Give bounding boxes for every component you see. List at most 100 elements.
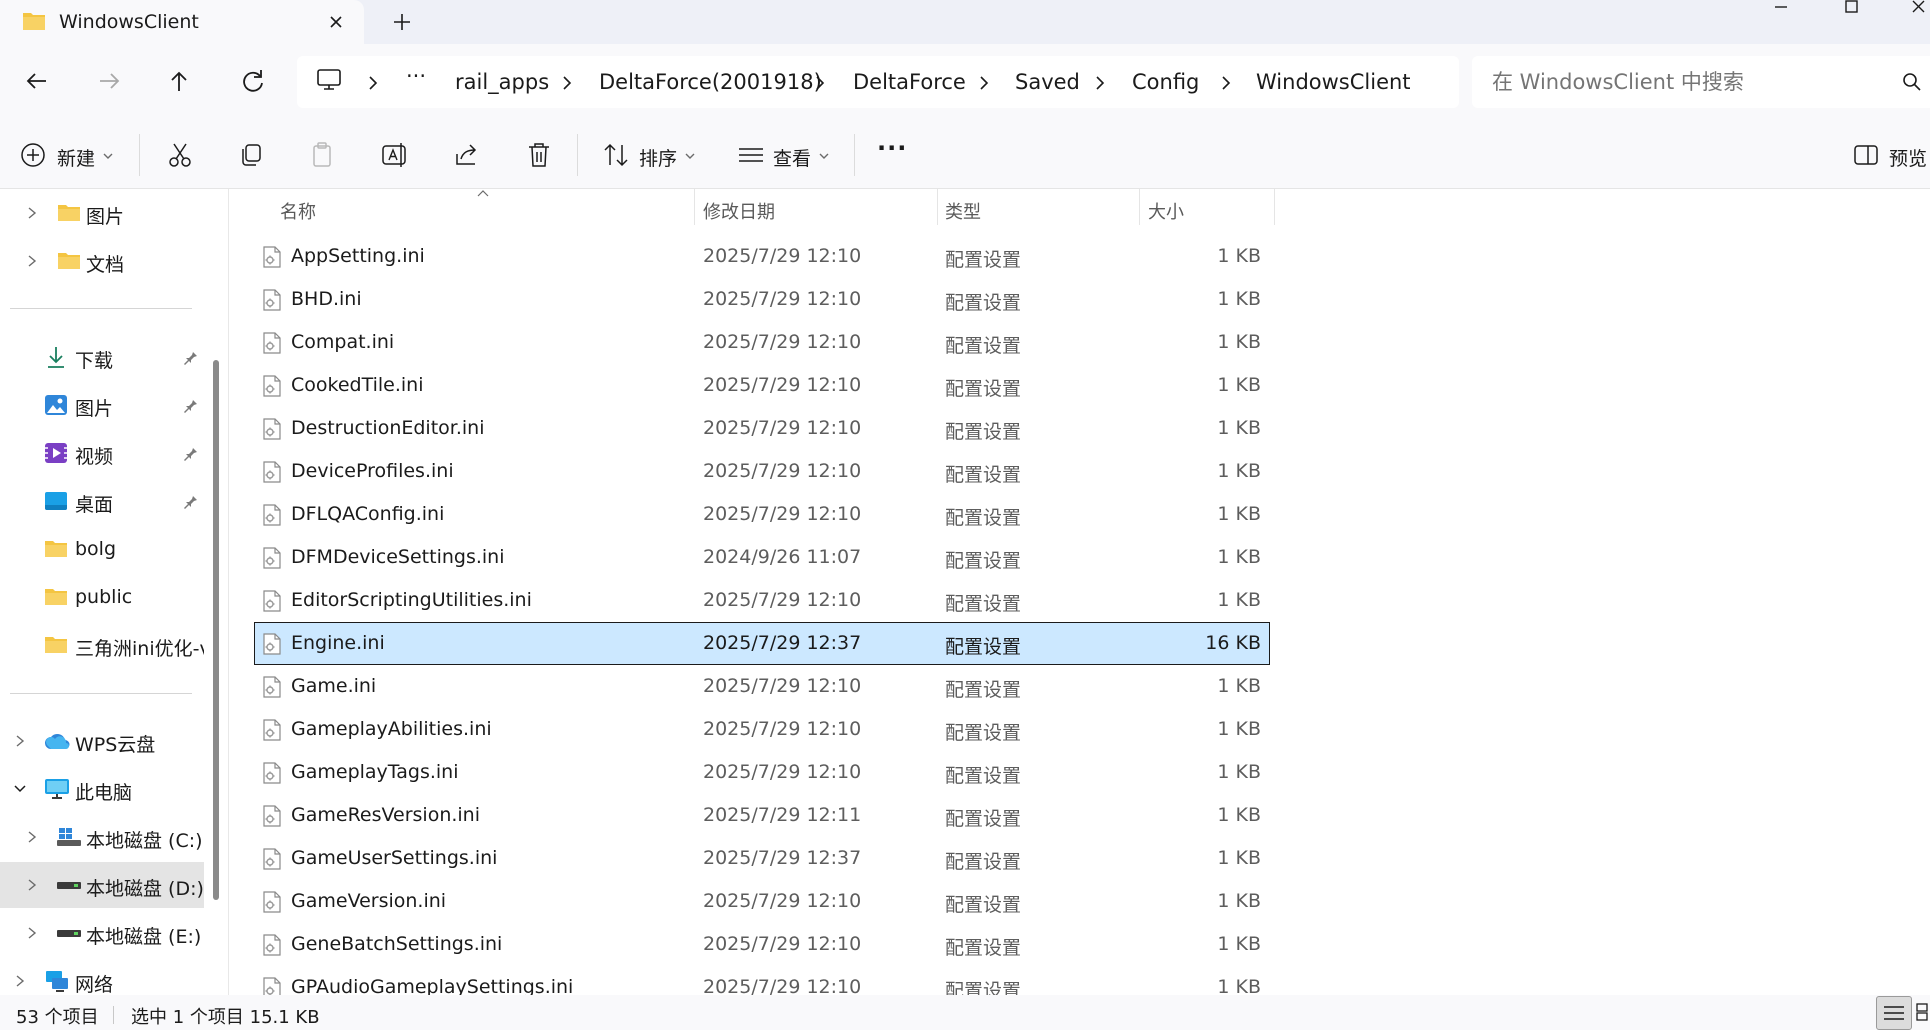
- view-button[interactable]: 查看: [737, 140, 837, 170]
- file-row[interactable]: GameResVersion.ini 2025/7/29 12:11 配置设置 1 K…: [255, 795, 1269, 836]
- sidebar-scrollbar[interactable]: [213, 360, 219, 900]
- chevron-right-icon[interactable]: [1092, 74, 1108, 92]
- file-row[interactable]: GeneBatchSettings.ini 2025/7/29 12:10 配置设置…: [255, 924, 1269, 965]
- chevron-right-icon[interactable]: [365, 74, 381, 92]
- file-date: 2025/7/29 12:37: [703, 632, 862, 654]
- ini-file-icon: [263, 891, 281, 913]
- breadcrumb-rail-apps[interactable]: rail_apps: [455, 70, 549, 94]
- pin-icon[interactable]: [182, 493, 198, 509]
- sidebar-item-videos[interactable]: 视频: [0, 430, 204, 476]
- file-row[interactable]: BHD.ini 2025/7/29 12:10 配置设置 1 KB: [255, 279, 1269, 320]
- copy-button[interactable]: [236, 140, 266, 170]
- back-arrow-icon[interactable]: [20, 64, 54, 98]
- file-row[interactable]: GameplayAbilities.ini 2025/7/29 12:10 配置设置…: [255, 709, 1269, 750]
- chevron-right-icon[interactable]: [812, 74, 828, 92]
- new-button[interactable]: 新建: [20, 140, 120, 170]
- file-row[interactable]: AppSetting.ini 2025/7/29 12:10 配置设置 1 KB: [255, 236, 1269, 277]
- chevron-right-icon[interactable]: [976, 74, 992, 92]
- computer-icon[interactable]: [316, 68, 342, 92]
- column-header-date[interactable]: 修改日期: [703, 198, 775, 224]
- file-row[interactable]: Engine.ini 2025/7/29 12:37 配置设置 16 KB: [254, 622, 1270, 665]
- search-input[interactable]: [1492, 70, 1872, 94]
- file-row[interactable]: GameVersion.ini 2025/7/29 12:10 配置设置 1 KB: [255, 881, 1269, 922]
- search-icon[interactable]: [1902, 72, 1922, 92]
- sidebar-item-wps-cloud[interactable]: WPS云盘: [0, 718, 204, 764]
- refresh-icon[interactable]: [236, 64, 270, 98]
- file-row[interactable]: DeviceProfiles.ini 2025/7/29 12:10 配置设置 1 K…: [255, 451, 1269, 492]
- sidebar-item-downloads[interactable]: 下载: [0, 334, 204, 380]
- sidebar-item-drive-e[interactable]: 本地磁盘 (E:): [0, 910, 204, 956]
- maximize-icon[interactable]: [1828, 0, 1874, 20]
- sidebar-item-documents-folder[interactable]: 文档: [0, 238, 204, 284]
- column-divider[interactable]: [1274, 189, 1275, 225]
- file-type: 配置设置: [945, 851, 1022, 873]
- column-divider[interactable]: [937, 189, 938, 225]
- close-tab-icon[interactable]: [323, 9, 349, 35]
- paste-button[interactable]: [307, 140, 337, 170]
- breadcrumb-deltaforce-2001918[interactable]: DeltaForce(2001918): [599, 70, 822, 94]
- more-options-button[interactable]: ···: [877, 134, 907, 162]
- sort-button-label: 排序: [639, 148, 678, 170]
- column-divider[interactable]: [694, 189, 695, 225]
- rename-button[interactable]: [380, 140, 410, 170]
- column-header-size[interactable]: 大小: [1148, 198, 1184, 224]
- sidebar-item-ini-optimize[interactable]: 三角洲ini优化-v: [0, 622, 204, 668]
- file-type: 配置设置: [945, 292, 1022, 314]
- pin-icon[interactable]: [182, 397, 198, 413]
- sidebar-item-bolg[interactable]: bolg: [0, 526, 204, 572]
- ini-file-icon: [263, 418, 281, 440]
- sidebar-item-this-pc[interactable]: 此电脑: [0, 766, 204, 812]
- chevron-right-icon: [28, 207, 37, 219]
- file-row[interactable]: Game.ini 2025/7/29 12:10 配置设置 1 KB: [255, 666, 1269, 707]
- file-row[interactable]: CookedTile.ini 2025/7/29 12:10 配置设置 1 KB: [255, 365, 1269, 406]
- chevron-right-icon[interactable]: [559, 74, 575, 92]
- minimize-icon[interactable]: [1758, 0, 1804, 20]
- sidebar-item-drive-d[interactable]: 本地磁盘 (D:): [0, 862, 204, 908]
- cut-button[interactable]: [165, 140, 195, 170]
- breadcrumb-windowsclient[interactable]: WindowsClient: [1256, 70, 1411, 94]
- sidebar-item-label: 图片: [75, 398, 114, 420]
- delete-button[interactable]: [524, 140, 554, 170]
- file-date: 2025/7/29 12:10: [703, 933, 862, 955]
- share-button[interactable]: [452, 140, 482, 170]
- up-arrow-icon[interactable]: [162, 64, 196, 98]
- details-view-button[interactable]: [1876, 996, 1912, 1030]
- sidebar-item-drive-c[interactable]: 本地磁盘 (C:): [0, 814, 204, 860]
- breadcrumb-deltaforce[interactable]: DeltaForce: [853, 70, 966, 94]
- sidebar-item-public[interactable]: public: [0, 574, 204, 620]
- file-row[interactable]: DFMDeviceSettings.ini 2024/9/26 11:07 配置设置…: [255, 537, 1269, 578]
- toolbar-divider: [854, 134, 855, 176]
- sidebar-item-label: 网络: [75, 974, 114, 995]
- view-list-icon: [739, 148, 763, 162]
- preview-pane-button[interactable]: 预览: [1853, 140, 1930, 170]
- breadcrumb-ellipsis[interactable]: ···: [406, 64, 426, 88]
- file-row[interactable]: EditorScriptingUtilities.ini 2025/7/29 12…: [255, 580, 1269, 621]
- tiles-view-button[interactable]: [1914, 996, 1930, 1028]
- file-name: BHD.ini: [291, 288, 362, 310]
- breadcrumb-config[interactable]: Config: [1132, 70, 1199, 94]
- sidebar-item-network[interactable]: 网络: [0, 958, 204, 995]
- file-row[interactable]: GPAudioGameplaySettings.ini 2025/7/29 12:…: [255, 967, 1269, 995]
- file-row[interactable]: DestructionEditor.ini 2025/7/29 12:10 配置设置…: [255, 408, 1269, 449]
- breadcrumb-saved[interactable]: Saved: [1015, 70, 1080, 94]
- sort-button[interactable]: 排序: [602, 140, 702, 170]
- close-window-icon[interactable]: [1896, 0, 1930, 20]
- column-header-name[interactable]: 名称: [280, 198, 316, 224]
- forward-arrow-icon[interactable]: [92, 64, 126, 98]
- sidebar-item-pictures[interactable]: 图片: [0, 382, 204, 428]
- new-tab-icon[interactable]: [388, 8, 416, 36]
- sidebar-item-pictures-folder[interactable]: 图片: [0, 190, 204, 236]
- file-row[interactable]: DFLQAConfig.ini 2025/7/29 12:10 配置设置 1 KB: [255, 494, 1269, 535]
- file-row[interactable]: GameUserSettings.ini 2025/7/29 12:37 配置设置 1…: [255, 838, 1269, 879]
- column-header-type[interactable]: 类型: [945, 198, 981, 224]
- file-row[interactable]: Compat.ini 2025/7/29 12:10 配置设置 1 KB: [255, 322, 1269, 363]
- pin-icon[interactable]: [182, 349, 198, 365]
- column-divider[interactable]: [1139, 189, 1140, 225]
- pin-icon[interactable]: [182, 445, 198, 461]
- ini-file-icon: [263, 762, 281, 784]
- file-row[interactable]: GameplayTags.ini 2025/7/29 12:10 配置设置 1 KB: [255, 752, 1269, 793]
- sidebar-item-desktop[interactable]: 桌面: [0, 478, 204, 524]
- file-type: 配置设置: [945, 421, 1022, 443]
- sidebar-item-label: 桌面: [75, 494, 114, 516]
- chevron-right-icon[interactable]: [1218, 74, 1234, 92]
